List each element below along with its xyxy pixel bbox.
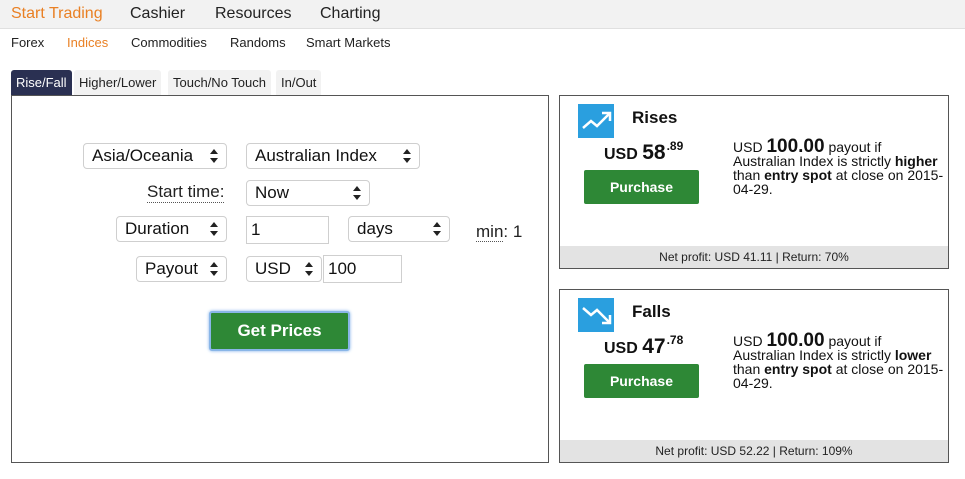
get-prices-button[interactable]: Get Prices <box>209 311 350 351</box>
rises-price-currency: USD <box>604 146 638 163</box>
underlying-select-value: Australian Index <box>255 146 377 165</box>
falls-description: USD 100.00 payout if Australian Index is… <box>733 331 945 390</box>
select-arrows-icon <box>352 184 362 202</box>
falls-purchase-button[interactable]: Purchase <box>584 364 699 398</box>
rise-chart-icon <box>578 104 614 138</box>
tab-rise-fall[interactable]: Rise/Fall <box>11 70 72 96</box>
duration-unit-value: days <box>357 219 393 238</box>
rises-price: USD 58.89 <box>604 139 684 165</box>
tab-touch-no-touch[interactable]: Touch/No Touch <box>168 70 271 96</box>
rises-price-box: Rises USD 58.89 Purchase USD 100.00 payo… <box>559 95 949 269</box>
topnav-start-trading[interactable]: Start Trading <box>11 5 103 23</box>
subnav-randoms[interactable]: Randoms <box>230 35 286 50</box>
rises-price-whole: 58 <box>642 141 666 164</box>
select-arrows-icon <box>304 260 314 278</box>
fall-chart-icon <box>578 298 614 332</box>
select-arrows-icon <box>209 220 219 238</box>
rises-price-cents: .89 <box>666 139 684 153</box>
rises-purchase-button[interactable]: Purchase <box>584 170 699 204</box>
select-arrows-icon <box>402 147 412 165</box>
amount-type-value: Payout <box>145 259 198 278</box>
tab-in-out[interactable]: In/Out <box>276 70 322 96</box>
falls-desc-spot: entry spot <box>764 361 832 377</box>
subnav-smart-markets[interactable]: Smart Markets <box>306 35 391 50</box>
topnav-resources[interactable]: Resources <box>215 5 291 23</box>
falls-price-currency: USD <box>604 340 638 357</box>
select-arrows-icon <box>432 220 442 238</box>
falls-price: USD 47.78 <box>604 333 684 359</box>
start-time-select[interactable]: Now <box>246 180 370 206</box>
subnav-forex[interactable]: Forex <box>11 35 44 50</box>
falls-price-whole: 47 <box>642 335 666 358</box>
topnav-cashier[interactable]: Cashier <box>130 5 185 23</box>
amount-type-select[interactable]: Payout <box>136 256 227 282</box>
select-arrows-icon <box>209 147 219 165</box>
contract-form: Asia/Oceania Australian Index Start time… <box>11 95 549 463</box>
currency-select-value: USD <box>255 259 291 278</box>
amount-input[interactable]: 100 <box>323 255 402 283</box>
start-time-label: Start time: <box>147 182 225 203</box>
falls-title: Falls <box>632 302 671 321</box>
duration-amount-input[interactable]: 1 <box>246 216 329 244</box>
select-arrows-icon <box>209 260 219 278</box>
underlying-select[interactable]: Australian Index <box>246 143 420 169</box>
rises-title: Rises <box>632 108 678 127</box>
min-duration-value: : 1 <box>503 222 523 241</box>
rises-description: USD 100.00 payout if Australian Index is… <box>733 137 945 196</box>
falls-net-profit: Net profit: USD 52.22 | Return: 109% <box>560 440 948 462</box>
falls-price-cents: .78 <box>666 333 684 347</box>
top-nav: Start Trading Cashier Resources Charting <box>0 0 965 29</box>
subnav-indices[interactable]: Indices <box>67 35 108 50</box>
start-time-select-value: Now <box>255 183 290 202</box>
currency-select[interactable]: USD <box>246 256 322 282</box>
duration-unit-select[interactable]: days <box>348 216 450 242</box>
rises-desc-spot: entry spot <box>764 167 832 183</box>
min-duration-label: min <box>476 222 504 242</box>
rises-net-profit: Net profit: USD 41.11 | Return: 70% <box>560 246 948 268</box>
falls-price-box: Falls USD 47.78 Purchase USD 100.00 payo… <box>559 289 949 463</box>
market-select[interactable]: Asia/Oceania <box>83 143 227 169</box>
duration-type-select[interactable]: Duration <box>116 216 227 242</box>
tab-higher-lower[interactable]: Higher/Lower <box>74 70 162 96</box>
duration-type-value: Duration <box>125 219 190 238</box>
subnav-commodities[interactable]: Commodities <box>131 35 207 50</box>
market-select-value: Asia/Oceania <box>92 146 194 165</box>
min-duration: min: 1 <box>476 222 522 242</box>
topnav-charting[interactable]: Charting <box>320 5 380 23</box>
